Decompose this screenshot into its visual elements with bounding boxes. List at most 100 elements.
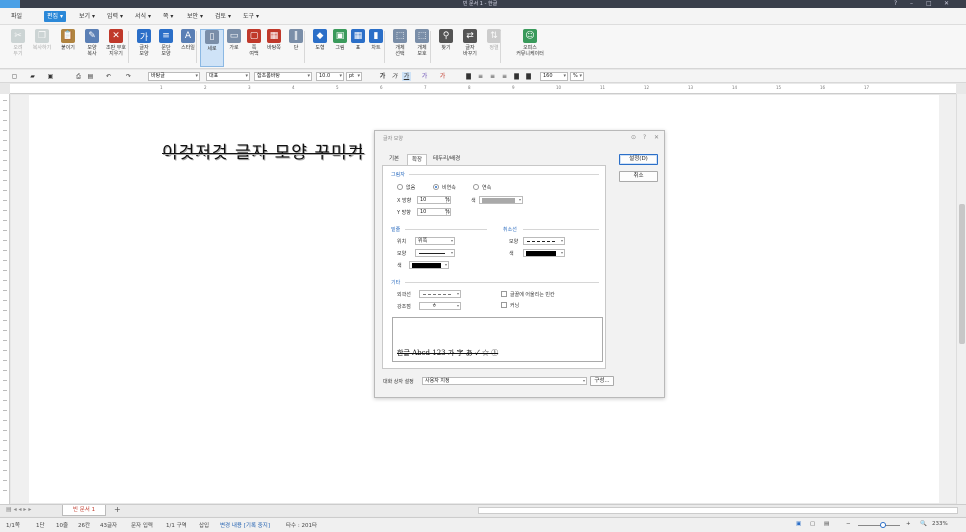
menu-edit[interactable]: 편집 ▾ xyxy=(44,11,66,22)
ribbon-button-1[interactable]: ❐ 복사하기 xyxy=(30,29,54,67)
shadow-color-select[interactable]: ▾ xyxy=(479,196,523,204)
tab-extended[interactable]: 확장 xyxy=(407,154,428,165)
underline-button[interactable]: 가 xyxy=(402,72,411,81)
emphasis-select[interactable]: ㅎ ▾ xyxy=(419,302,461,310)
font-color-button[interactable]: 가 xyxy=(438,72,447,81)
ribbon-button-17[interactable]: ⬚ 개체 선택 xyxy=(388,29,412,67)
minimize-icon[interactable]: – xyxy=(910,0,913,8)
ruler-number: 11 xyxy=(600,85,606,90)
new-doc-icon[interactable]: ▢ xyxy=(10,72,19,81)
menu-tools[interactable]: 도구 ▾ xyxy=(240,11,262,22)
align-left-icon[interactable]: ≡ xyxy=(476,72,485,81)
bold-button[interactable]: 가 xyxy=(378,72,387,81)
zoom-level[interactable]: 233% xyxy=(932,521,948,527)
shadow-continuous-radio[interactable] xyxy=(473,184,479,190)
normal-view-icon[interactable]: ▣ xyxy=(796,521,801,527)
status-insert[interactable]: 삽입 xyxy=(199,521,209,529)
zoom-slider[interactable] xyxy=(858,525,900,526)
redo-icon[interactable]: ↷ xyxy=(124,72,133,81)
shadow-none-radio[interactable] xyxy=(397,184,403,190)
vertical-ruler[interactable] xyxy=(0,94,10,504)
kerning-checkbox[interactable] xyxy=(501,302,507,308)
align-divide-icon[interactable]: ▇ xyxy=(524,72,533,81)
add-tab-button[interactable]: + xyxy=(114,505,121,514)
ribbon-button-6[interactable]: ≡ 문단 모양 xyxy=(154,29,178,67)
tab-border-background[interactable]: 테두리/배경 xyxy=(429,154,464,165)
dialog-setting-select[interactable]: 사용자 지정 ▾ xyxy=(422,377,587,385)
print-icon[interactable]: ⎙ xyxy=(74,72,83,81)
ribbon-button-3[interactable]: ✎ 모양 복사 xyxy=(80,29,104,67)
ribbon-button-2[interactable]: 📋 붙이기 xyxy=(56,29,80,67)
status-page[interactable]: 1/1쪽 xyxy=(6,521,20,529)
compose-button[interactable]: 구성... xyxy=(590,376,614,386)
document-text[interactable]: 이것저것 글자 모양 꾸미기 xyxy=(162,138,364,163)
ribbon-button-label: 복사하기 xyxy=(32,45,52,51)
ribbon-button-5[interactable]: 가 글자 모양 xyxy=(132,29,156,67)
fit-space-checkbox[interactable] xyxy=(501,291,507,297)
style-select[interactable]: 바탕글 xyxy=(148,72,200,81)
menu-view[interactable]: 보기 ▾ xyxy=(76,11,98,22)
language-select[interactable]: 대표 xyxy=(206,72,250,81)
align-distribute-icon[interactable]: ▇ xyxy=(512,72,521,81)
dialog-close-icon[interactable]: ✕ xyxy=(654,134,659,141)
horizontal-ruler[interactable]: 1 2 3 4 5 6 7 8 9 10 11 12 13 14 15 16 17 xyxy=(10,84,956,94)
horizontal-scrollbar[interactable] xyxy=(478,507,958,514)
ribbon-button-11[interactable]: ▦ 바탕쪽 xyxy=(262,29,286,67)
underline-shape-select[interactable]: ▾ xyxy=(415,249,455,257)
menu-page[interactable]: 쪽 ▾ xyxy=(160,11,176,22)
italic-button[interactable]: 가 xyxy=(390,72,399,81)
menu-insert[interactable]: 입력 ▾ xyxy=(104,11,126,22)
strike-button[interactable]: 가 xyxy=(420,72,429,81)
tab-basic[interactable]: 기본 xyxy=(385,154,403,165)
menu-format[interactable]: 서식 ▾ xyxy=(132,11,154,22)
status-track-changes[interactable]: 변경 내용 [기록 중지] xyxy=(220,521,270,529)
scroll-thumb[interactable] xyxy=(959,204,965,344)
align-center-icon[interactable]: ≡ xyxy=(488,72,497,81)
zoom-in-icon[interactable]: + xyxy=(906,521,911,527)
line-spacing-unit[interactable]: % xyxy=(570,72,584,81)
font-unit-select[interactable]: pt xyxy=(346,72,362,81)
tab-nav-icon[interactable]: ▤ ◂ ◂ ▸ ▸ xyxy=(6,506,31,513)
ribbon-button-8[interactable]: ▯ 세로 xyxy=(200,29,224,67)
menu-review[interactable]: 검토 ▾ xyxy=(212,11,234,22)
menu-security[interactable]: 보안 ▾ xyxy=(184,11,206,22)
dialog-option-icon[interactable]: ⊙ xyxy=(631,134,636,141)
underline-color-select[interactable]: ▾ xyxy=(409,261,449,269)
close-icon[interactable]: ✕ xyxy=(944,0,949,8)
ribbon-button-21[interactable]: ⇅ 정렬 xyxy=(482,29,506,67)
page-view-icon[interactable]: ▢ xyxy=(810,521,815,527)
zoom-slider-handle[interactable] xyxy=(880,522,886,528)
ribbon-button-22[interactable]: ☺ 오피스 커뮤니케이터 xyxy=(512,29,548,67)
ribbon-button-0[interactable]: ✂ 오려 두기 xyxy=(6,29,30,67)
ribbon-button-20[interactable]: ⇄ 글자 바꾸기 xyxy=(458,29,482,67)
align-justify-icon[interactable]: ▇ xyxy=(464,72,473,81)
underline-position-label: 위치 xyxy=(397,239,407,245)
save-icon[interactable]: ▣ xyxy=(46,72,55,81)
font-size-input[interactable]: 10.0 xyxy=(316,72,344,81)
cancel-button[interactable]: 취소 xyxy=(619,171,658,182)
ribbon-button-4[interactable]: ✕ 조판 부호 지우기 xyxy=(104,29,128,67)
vertical-scrollbar[interactable] xyxy=(956,94,966,504)
shadow-discrete-radio[interactable] xyxy=(433,184,439,190)
ribbon-button-label: 찾기 xyxy=(441,45,451,51)
menu-file[interactable]: 파일 xyxy=(8,11,25,22)
underline-position-select[interactable]: 위쪽 ▾ xyxy=(415,237,455,245)
ok-button[interactable]: 설정(D) xyxy=(619,154,658,165)
strike-shape-select[interactable]: ▾ xyxy=(523,237,565,245)
font-select[interactable]: 함초롬바탕 xyxy=(254,72,312,81)
help-icon[interactable]: ? xyxy=(894,0,897,8)
maximize-icon[interactable]: □ xyxy=(926,0,932,8)
zoom-icon[interactable]: 🔍 xyxy=(920,521,927,527)
ribbon-button-19[interactable]: ⚲ 찾기 xyxy=(434,29,458,67)
preview-icon[interactable]: ▤ xyxy=(86,72,95,81)
doc-tab[interactable]: 빈 문서 1 xyxy=(62,505,106,516)
open-icon[interactable]: ▰ xyxy=(28,72,37,81)
strike-color-select[interactable]: ▾ xyxy=(523,249,565,257)
undo-icon[interactable]: ↶ xyxy=(104,72,113,81)
fit-view-icon[interactable]: ▤ xyxy=(824,521,829,527)
line-spacing-input[interactable]: 160 xyxy=(540,72,568,81)
dialog-help-icon[interactable]: ? xyxy=(643,134,646,141)
align-right-icon[interactable]: ≡ xyxy=(500,72,509,81)
zoom-out-icon[interactable]: − xyxy=(846,521,851,527)
outline-select[interactable]: ▾ xyxy=(419,290,461,298)
